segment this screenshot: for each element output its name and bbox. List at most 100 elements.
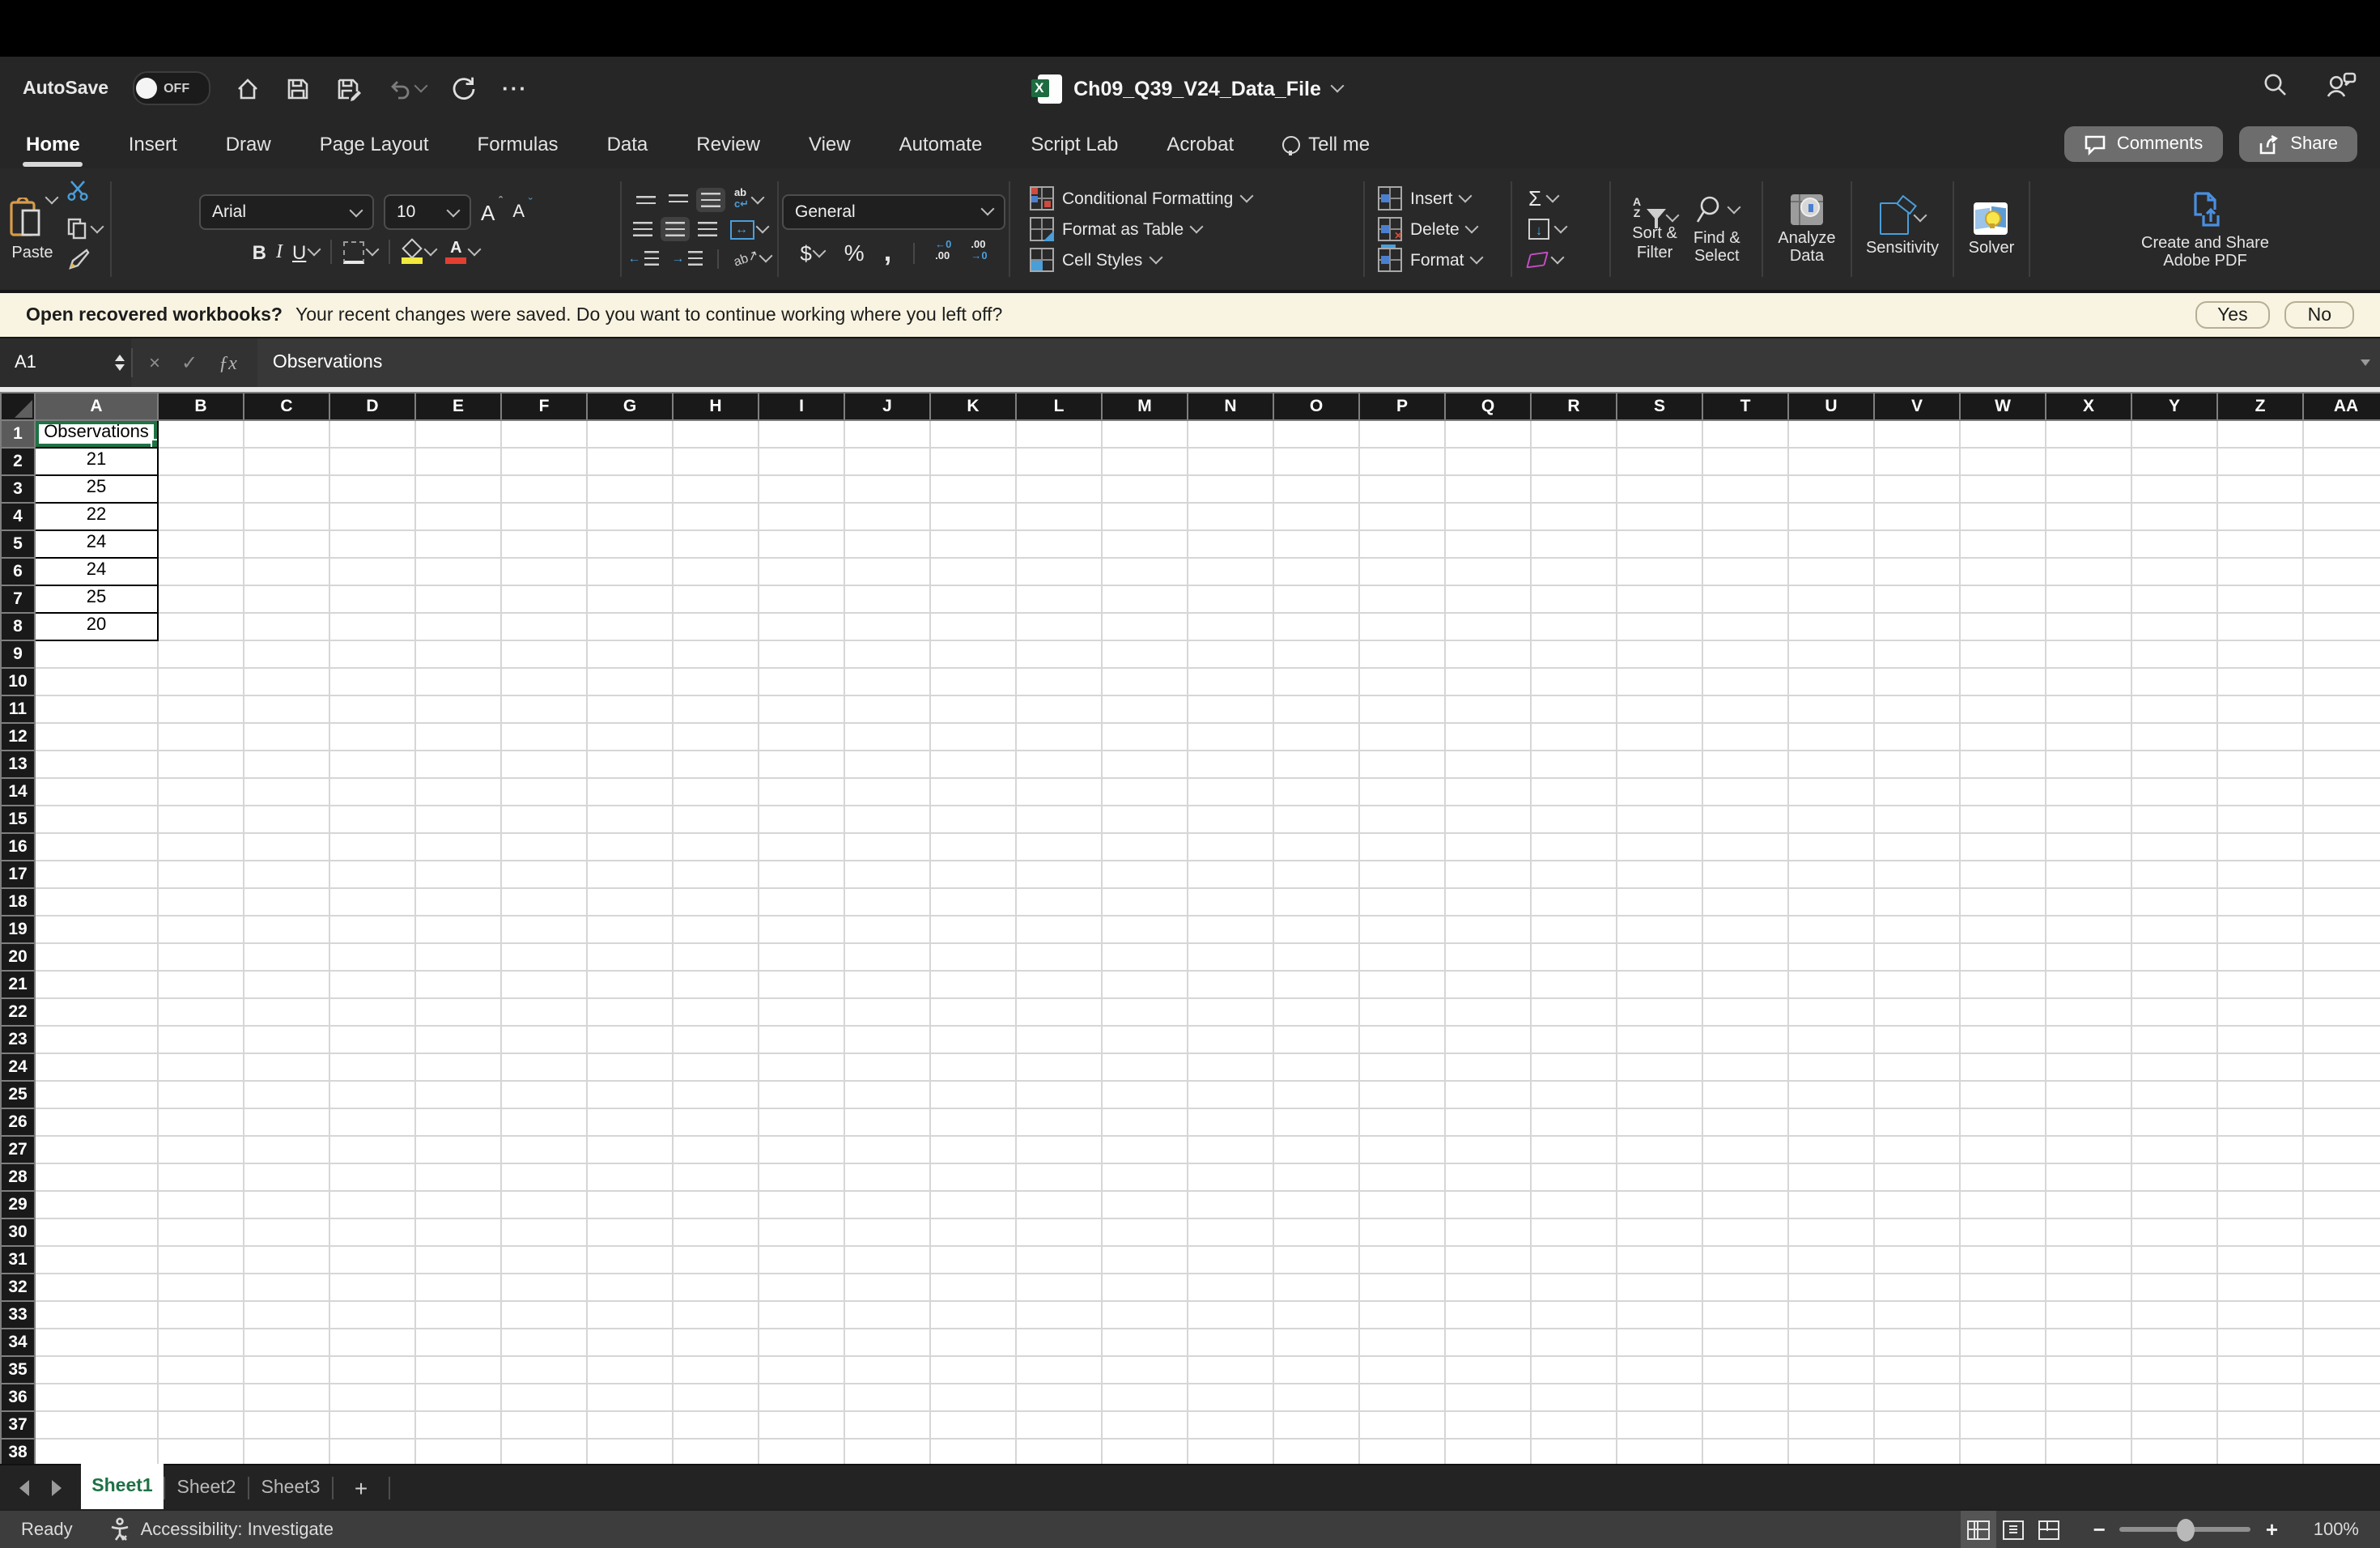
accessibility-status[interactable]: Accessibility: Investigate <box>108 1517 334 1542</box>
cell-Y36[interactable] <box>2131 1382 2218 1412</box>
cell-U29[interactable] <box>1787 1189 1875 1219</box>
row-header-25[interactable]: 25 <box>0 1079 36 1109</box>
cell-M15[interactable] <box>1101 804 1188 834</box>
cell-I11[interactable] <box>758 694 845 724</box>
cell-Z1[interactable] <box>2216 419 2304 449</box>
cell-Q29[interactable] <box>1444 1189 1532 1219</box>
cell-AA30[interactable] <box>2302 1217 2380 1247</box>
cell-U13[interactable] <box>1787 749 1875 779</box>
cell-C4[interactable] <box>243 501 330 531</box>
autosave-toggle[interactable]: OFF <box>133 71 211 106</box>
cell-E30[interactable] <box>414 1217 502 1247</box>
cell-Y18[interactable] <box>2131 887 2218 916</box>
cell-V8[interactable] <box>1873 611 1961 641</box>
cell-C21[interactable] <box>243 969 330 999</box>
cell-R35[interactable] <box>1530 1354 1617 1384</box>
cell-T12[interactable] <box>1702 721 1789 751</box>
cell-F8[interactable] <box>500 611 588 641</box>
cell-D1[interactable] <box>329 419 416 449</box>
cell-E1[interactable] <box>414 419 502 449</box>
cell-A23[interactable] <box>34 1024 159 1054</box>
cell-styles-button[interactable]: Cell Styles <box>1030 246 1162 275</box>
cell-H14[interactable] <box>672 776 759 806</box>
cell-D15[interactable] <box>329 804 416 834</box>
paste-button[interactable]: Paste <box>8 189 59 262</box>
cell-M22[interactable] <box>1101 997 1188 1027</box>
cell-N19[interactable] <box>1187 914 1274 944</box>
cell-H18[interactable] <box>672 887 759 916</box>
cell-E33[interactable] <box>414 1299 502 1329</box>
cell-L14[interactable] <box>1015 776 1103 806</box>
cell-Q12[interactable] <box>1444 721 1532 751</box>
cell-I7[interactable] <box>758 584 845 614</box>
percent-button[interactable]: % <box>839 240 869 266</box>
row-header-12[interactable]: 12 <box>0 721 36 751</box>
cell-A24[interactable] <box>34 1052 159 1082</box>
cell-Y15[interactable] <box>2131 804 2218 834</box>
column-header-O[interactable]: O <box>1273 391 1360 421</box>
cell-P21[interactable] <box>1358 969 1446 999</box>
cell-O28[interactable] <box>1273 1162 1360 1192</box>
cell-R26[interactable] <box>1530 1107 1617 1137</box>
cell-L31[interactable] <box>1015 1244 1103 1274</box>
cell-F3[interactable] <box>500 474 588 504</box>
underline-button[interactable]: U <box>287 240 324 265</box>
cell-I10[interactable] <box>758 666 845 696</box>
cell-Y25[interactable] <box>2131 1079 2218 1109</box>
cell-K15[interactable] <box>929 804 1017 834</box>
cell-Q24[interactable] <box>1444 1052 1532 1082</box>
cell-K9[interactable] <box>929 639 1017 669</box>
select-all-corner[interactable] <box>0 391 36 421</box>
cell-X5[interactable] <box>2045 529 2132 559</box>
cell-L34[interactable] <box>1015 1327 1103 1357</box>
cell-E16[interactable] <box>414 831 502 861</box>
cell-R4[interactable] <box>1530 501 1617 531</box>
cell-I26[interactable] <box>758 1107 845 1137</box>
tab-formulas[interactable]: Formulas <box>474 123 562 165</box>
cell-K12[interactable] <box>929 721 1017 751</box>
cell-P12[interactable] <box>1358 721 1446 751</box>
cell-T23[interactable] <box>1702 1024 1789 1054</box>
cell-A18[interactable] <box>34 887 159 916</box>
cell-M19[interactable] <box>1101 914 1188 944</box>
cell-V15[interactable] <box>1873 804 1961 834</box>
cell-R22[interactable] <box>1530 997 1617 1027</box>
cell-Y1[interactable] <box>2131 419 2218 449</box>
cell-H4[interactable] <box>672 501 759 531</box>
comma-button[interactable]: , <box>879 238 896 266</box>
cell-V12[interactable] <box>1873 721 1961 751</box>
cell-T30[interactable] <box>1702 1217 1789 1247</box>
cell-J11[interactable] <box>844 694 931 724</box>
fill-handle[interactable] <box>150 439 156 446</box>
cell-M24[interactable] <box>1101 1052 1188 1082</box>
cell-I8[interactable] <box>758 611 845 641</box>
cell-M4[interactable] <box>1101 501 1188 531</box>
cell-O33[interactable] <box>1273 1299 1360 1329</box>
cell-I34[interactable] <box>758 1327 845 1357</box>
cell-L22[interactable] <box>1015 997 1103 1027</box>
tab-data[interactable]: Data <box>604 123 652 165</box>
cell-I28[interactable] <box>758 1162 845 1192</box>
cell-A4[interactable]: 22 <box>34 501 159 531</box>
cell-H32[interactable] <box>672 1272 759 1302</box>
cell-W36[interactable] <box>1959 1382 2046 1412</box>
cell-AA18[interactable] <box>2302 887 2380 916</box>
cell-H17[interactable] <box>672 859 759 889</box>
formula-input[interactable]: Observations <box>257 338 2351 387</box>
cell-X31[interactable] <box>2045 1244 2132 1274</box>
cell-Y13[interactable] <box>2131 749 2218 779</box>
cell-Q22[interactable] <box>1444 997 1532 1027</box>
cell-C12[interactable] <box>243 721 330 751</box>
cell-Q10[interactable] <box>1444 666 1532 696</box>
cell-F5[interactable] <box>500 529 588 559</box>
cell-A3[interactable]: 25 <box>34 474 159 504</box>
cell-AA24[interactable] <box>2302 1052 2380 1082</box>
cell-T25[interactable] <box>1702 1079 1789 1109</box>
cell-A38[interactable] <box>34 1437 159 1465</box>
cell-I37[interactable] <box>758 1410 845 1440</box>
cell-A9[interactable] <box>34 639 159 669</box>
cell-K31[interactable] <box>929 1244 1017 1274</box>
cell-D20[interactable] <box>329 942 416 972</box>
cell-I25[interactable] <box>758 1079 845 1109</box>
cell-C18[interactable] <box>243 887 330 916</box>
